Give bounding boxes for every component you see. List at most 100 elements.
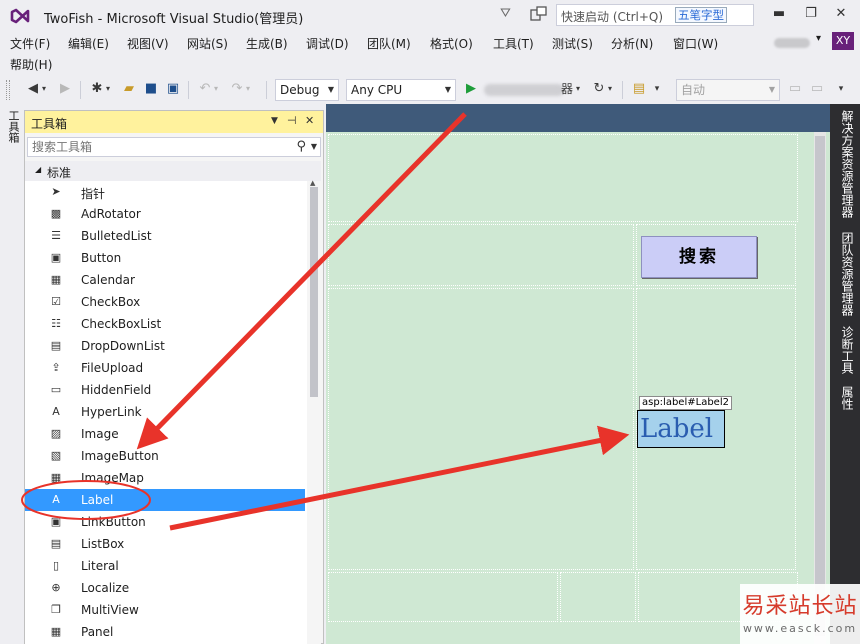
toolbox-search-input[interactable]: [32, 140, 282, 154]
block-selection-icon[interactable]: ▭: [786, 80, 804, 98]
chevron-down-icon[interactable]: ▾: [816, 33, 821, 44]
pointer-icon: ➤: [51, 185, 61, 198]
toolbox-item-dropdownlist[interactable]: ▤ DropDownList: [25, 335, 305, 357]
close-button[interactable]: ✕: [830, 4, 852, 24]
solution-platform-select[interactable]: Any CPU ▼: [346, 79, 456, 101]
toolbox-item-pointer[interactable]: ➤ 指针: [25, 181, 305, 203]
label-control[interactable]: Label: [637, 410, 725, 448]
toolbox-item-hiddenfield[interactable]: ▭ HiddenField: [25, 379, 305, 401]
solution-explorer-tab[interactable]: 解决方案资源管理器: [836, 110, 854, 218]
toolbox-item-checkbox[interactable]: ☑ CheckBox: [25, 291, 305, 313]
toolbox-item-label-selected[interactable]: A Label: [25, 489, 305, 511]
toolbox-item-bulletedlist[interactable]: ☰ BulletedList: [25, 225, 305, 247]
menu-debug[interactable]: 调试(D): [306, 35, 349, 52]
menu-view[interactable]: 视图(V): [127, 35, 169, 52]
feedback-icon[interactable]: [530, 6, 548, 22]
menu-website[interactable]: 网站(S): [187, 35, 228, 52]
chevron-down-icon[interactable]: ▾: [104, 80, 112, 98]
solution-configuration-select[interactable]: Debug ▼: [275, 79, 339, 101]
chevron-down-icon[interactable]: ▾: [244, 80, 252, 98]
window-position-icon[interactable]: ▼: [271, 116, 278, 126]
layout-cell[interactable]: [328, 224, 634, 286]
notification-filter-icon[interactable]: ⛛: [500, 6, 516, 22]
menu-edit[interactable]: 编辑(E): [68, 35, 109, 52]
calendar-icon: ▦: [50, 273, 62, 286]
diagnostic-tools-tab[interactable]: 诊断工具: [836, 326, 854, 374]
navigate-forward-icon[interactable]: ▶: [56, 80, 74, 98]
toolbox-item-fileupload[interactable]: ⇪ FileUpload: [25, 357, 305, 379]
menu-analyze[interactable]: 分析(N): [611, 35, 653, 52]
team-explorer-tab[interactable]: 团队资源管理器: [836, 232, 854, 316]
scrollbar-thumb[interactable]: [310, 187, 318, 397]
toolbox-item-hyperlink[interactable]: A HyperLink: [25, 401, 305, 423]
save-all-icon[interactable]: ▣: [164, 80, 182, 98]
toolbox-search[interactable]: ⚲ ▼: [27, 137, 321, 157]
toolbox-item-literal[interactable]: ▯ Literal: [25, 555, 305, 577]
toolbox-item-image[interactable]: ▨ Image: [25, 423, 305, 445]
designer-scrollbar[interactable]: [814, 132, 826, 644]
start-debugging-icon[interactable]: ▶: [462, 80, 480, 98]
restore-button[interactable]: ❐: [800, 4, 822, 24]
menu-format[interactable]: 格式(O): [430, 35, 473, 52]
toolbox-group-standard[interactable]: ◢ 标准: [25, 161, 321, 181]
properties-tab[interactable]: 属性: [836, 386, 854, 410]
run-target-blurred[interactable]: [484, 84, 564, 96]
hiddenfield-icon: ▭: [50, 383, 62, 396]
chevron-down-icon[interactable]: ▾: [606, 80, 614, 98]
open-file-icon[interactable]: ▰: [120, 80, 138, 98]
menu-team[interactable]: 团队(M): [367, 35, 411, 52]
toolbox-scrollbar[interactable]: ▲: [307, 179, 321, 644]
toolbox-item-checkboxlist[interactable]: ☷ CheckBoxList: [25, 313, 305, 335]
menu-help[interactable]: 帮助(H): [10, 56, 52, 73]
quick-launch-input[interactable]: 快速启动 (Ctrl+Q) 五笔字型: [556, 4, 754, 26]
toolbox-item-imagebutton[interactable]: ▧ ImageButton: [25, 445, 305, 467]
visual-studio-logo-icon: [10, 8, 30, 24]
minimize-button[interactable]: ▬: [768, 4, 790, 24]
menu-window[interactable]: 窗口(W): [673, 35, 718, 52]
menu-test[interactable]: 测试(S): [552, 35, 593, 52]
toolbox-item-adrotator[interactable]: ▩ AdRotator: [25, 203, 305, 225]
pin-icon[interactable]: ⊣: [287, 114, 297, 127]
toolbar-overflow-icon[interactable]: ▾: [834, 80, 848, 98]
multiview-icon: ❐: [51, 603, 61, 616]
listbox-icon: ▤: [50, 537, 62, 550]
layout-region[interactable]: [328, 134, 798, 222]
toolbox-item-listbox[interactable]: ▤ ListBox: [25, 533, 305, 555]
toolbox-item-calendar[interactable]: ▦ Calendar: [25, 269, 305, 291]
toolbox-item-linkbutton[interactable]: ▣ LinkButton: [25, 511, 305, 533]
layout-cell[interactable]: [328, 572, 558, 622]
scrollbar-thumb[interactable]: [815, 136, 825, 636]
chevron-down-icon[interactable]: ▼: [311, 142, 317, 151]
layout-cell[interactable]: [328, 288, 634, 570]
close-icon[interactable]: ✕: [305, 114, 314, 127]
toolbox-item-localize[interactable]: ⊕ Localize: [25, 577, 305, 599]
layout-cell[interactable]: [560, 572, 636, 622]
chevron-down-icon[interactable]: ▾: [212, 80, 220, 98]
toolbox-header[interactable]: 工具箱 ▼ ⊣ ✕: [25, 111, 323, 133]
user-avatar[interactable]: XY: [832, 32, 854, 50]
save-icon[interactable]: ■: [142, 80, 160, 98]
toolbox-item-button[interactable]: ▣ Button: [25, 247, 305, 269]
menu-tools[interactable]: 工具(T): [493, 35, 534, 52]
menu-file[interactable]: 文件(F): [10, 35, 50, 52]
chevron-down-icon[interactable]: ▾: [40, 80, 48, 98]
toolbox-dock-tab[interactable]: 工具箱: [6, 110, 20, 143]
user-name-blurred[interactable]: [774, 38, 810, 48]
chevron-down-icon[interactable]: ▾: [574, 80, 582, 98]
toolbar-overflow-icon[interactable]: ▾: [652, 80, 662, 98]
collapse-caret-icon[interactable]: ◢: [35, 165, 41, 174]
search-icon[interactable]: ⚲: [296, 139, 306, 154]
ime-indicator[interactable]: 五笔字型: [675, 7, 727, 23]
toolbox-item-label: HyperLink: [81, 405, 142, 419]
scroll-up-icon[interactable]: ▲: [310, 179, 315, 187]
browser-link-icon[interactable]: ▤: [630, 80, 648, 98]
toolbox-item-panel[interactable]: ▦ Panel: [25, 621, 305, 643]
menu-build[interactable]: 生成(B): [246, 35, 288, 52]
toolbox-item-multiview[interactable]: ❐ MultiView: [25, 599, 305, 621]
font-size-select[interactable]: 自动 ▼: [676, 79, 780, 101]
toolbox-item-imagemap[interactable]: ▦ ImageMap: [25, 467, 305, 489]
design-surface[interactable]: 搜索 asp:label#Label2 Label: [326, 104, 830, 644]
inline-selection-icon[interactable]: ▭: [808, 80, 826, 98]
toolbar-grip[interactable]: [6, 80, 10, 100]
search-button[interactable]: 搜索: [641, 236, 757, 278]
